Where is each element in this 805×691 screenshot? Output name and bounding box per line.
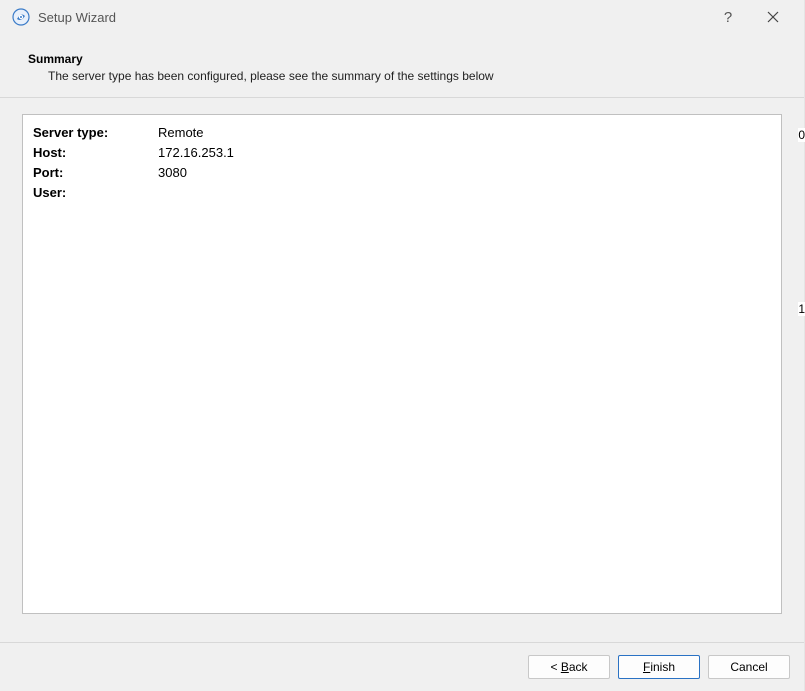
summary-label: User:	[33, 183, 158, 203]
close-icon	[767, 11, 779, 23]
summary-row-port: Port: 3080	[33, 163, 771, 183]
summary-label: Port:	[33, 163, 158, 183]
summary-value: 3080	[158, 163, 187, 183]
titlebar-controls: ?	[706, 2, 796, 32]
help-button[interactable]: ?	[706, 2, 750, 32]
finish-button[interactable]: Finish	[618, 655, 700, 679]
summary-label: Server type:	[33, 123, 158, 143]
summary-row-server-type: Server type: Remote	[33, 123, 771, 143]
wizard-footer: < Back Finish Cancel	[0, 642, 804, 691]
wizard-window: Setup Wizard ? Summary The server type h…	[0, 0, 805, 691]
page-title: Summary	[28, 52, 776, 66]
summary-value: Remote	[158, 123, 204, 143]
titlebar: Setup Wizard ?	[0, 0, 804, 34]
background-glyph: 1	[798, 302, 805, 316]
summary-label: Host:	[33, 143, 158, 163]
help-icon: ?	[724, 9, 732, 26]
summary-row-user: User:	[33, 183, 771, 203]
window-title: Setup Wizard	[38, 10, 706, 25]
page-subtitle: The server type has been configured, ple…	[28, 69, 776, 83]
summary-panel: Server type: Remote Host: 172.16.253.1 P…	[22, 114, 782, 614]
cancel-button-label: Cancel	[730, 660, 767, 674]
cancel-button[interactable]: Cancel	[708, 655, 790, 679]
summary-row-host: Host: 172.16.253.1	[33, 143, 771, 163]
wizard-header: Summary The server type has been configu…	[0, 34, 804, 98]
back-button[interactable]: < Back	[528, 655, 610, 679]
finish-button-label: Finish	[643, 660, 675, 674]
content-area: Server type: Remote Host: 172.16.253.1 P…	[0, 98, 804, 642]
app-icon	[12, 8, 30, 26]
background-glyph: 0	[798, 128, 805, 142]
back-button-label: < Back	[550, 660, 587, 674]
close-button[interactable]	[750, 2, 796, 32]
summary-value: 172.16.253.1	[158, 143, 234, 163]
